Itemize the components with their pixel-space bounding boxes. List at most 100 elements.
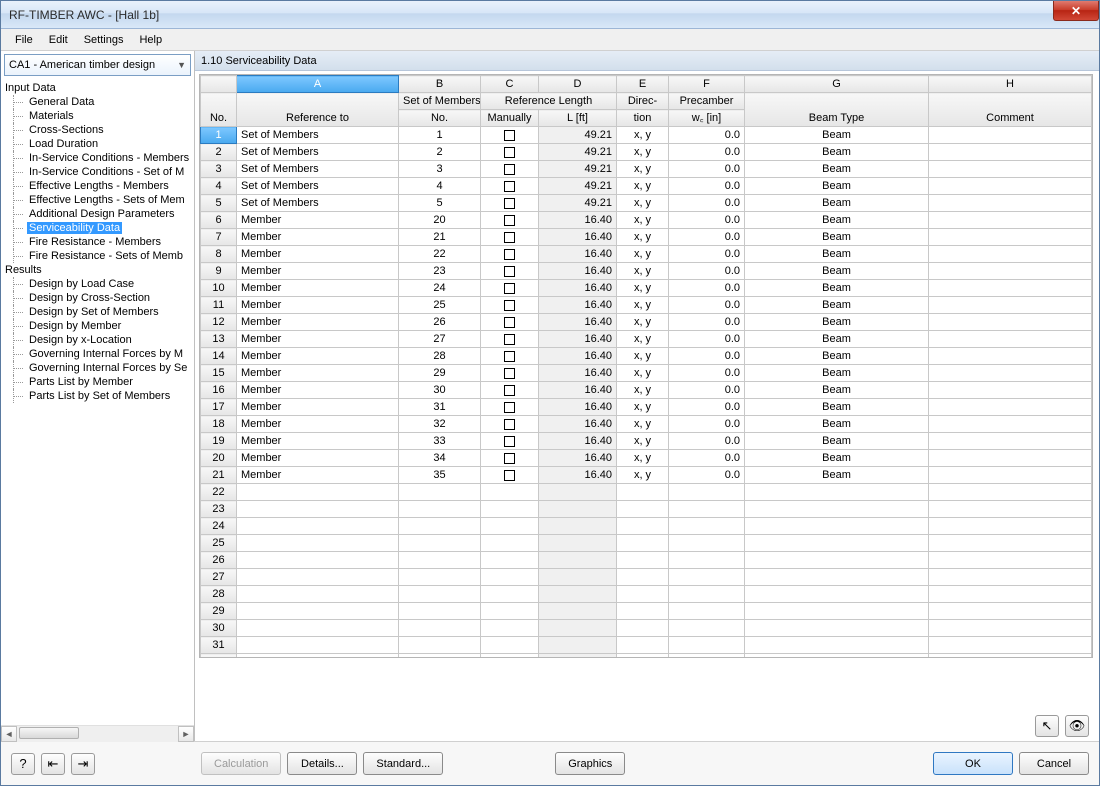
- cell-a[interactable]: Member: [237, 399, 399, 416]
- cell-g[interactable]: Beam: [745, 144, 929, 161]
- checkbox-icon[interactable]: [504, 266, 515, 277]
- checkbox-icon[interactable]: [504, 334, 515, 345]
- checkbox-icon[interactable]: [504, 249, 515, 260]
- cell-a[interactable]: Member: [237, 263, 399, 280]
- cell-f[interactable]: 0.0: [669, 263, 745, 280]
- cell-h[interactable]: [929, 552, 1092, 569]
- standard-button[interactable]: Standard...: [363, 752, 443, 775]
- cell-b[interactable]: 28: [399, 348, 481, 365]
- checkbox-icon[interactable]: [504, 164, 515, 175]
- cell-h[interactable]: [929, 450, 1092, 467]
- cell-g[interactable]: Beam: [745, 314, 929, 331]
- header-d[interactable]: L [ft]: [539, 110, 617, 127]
- cell-a[interactable]: Member: [237, 450, 399, 467]
- cell-h[interactable]: [929, 654, 1092, 659]
- cell-f[interactable]: [669, 518, 745, 535]
- cell-d[interactable]: [539, 620, 617, 637]
- cell-e[interactable]: x, y: [617, 127, 669, 144]
- cell-a[interactable]: Member: [237, 348, 399, 365]
- tree-item[interactable]: Design by x-Location: [5, 333, 194, 347]
- cell-d[interactable]: 16.40: [539, 229, 617, 246]
- cell-a[interactable]: [237, 501, 399, 518]
- cell-e[interactable]: x, y: [617, 365, 669, 382]
- table-row[interactable]: 3Set of Members349.21x, y0.0Beam: [201, 161, 1092, 178]
- cell-c[interactable]: [481, 535, 539, 552]
- cell-h[interactable]: [929, 178, 1092, 195]
- tree-item[interactable]: Cross-Sections: [5, 123, 194, 137]
- row-number[interactable]: 16: [201, 382, 237, 399]
- table-row[interactable]: 7Member2116.40x, y0.0Beam: [201, 229, 1092, 246]
- tree-item[interactable]: In-Service Conditions - Members: [5, 151, 194, 165]
- cell-f[interactable]: [669, 586, 745, 603]
- header-b[interactable]: No.: [399, 110, 481, 127]
- col-letter-h[interactable]: H: [929, 76, 1092, 93]
- cell-h[interactable]: [929, 348, 1092, 365]
- cell-b[interactable]: 29: [399, 365, 481, 382]
- cell-g[interactable]: Beam: [745, 433, 929, 450]
- tree-item[interactable]: Fire Resistance - Sets of Memb: [5, 249, 194, 263]
- tree-item[interactable]: Governing Internal Forces by M: [5, 347, 194, 361]
- cell-a[interactable]: [237, 569, 399, 586]
- cell-h[interactable]: [929, 195, 1092, 212]
- cell-f[interactable]: [669, 654, 745, 659]
- checkbox-icon[interactable]: [504, 215, 515, 226]
- table-row[interactable]: 19Member3316.40x, y0.0Beam: [201, 433, 1092, 450]
- cell-d[interactable]: [539, 637, 617, 654]
- cell-g[interactable]: Beam: [745, 229, 929, 246]
- cell-g[interactable]: [745, 603, 929, 620]
- row-number[interactable]: 21: [201, 467, 237, 484]
- table-row[interactable]: 22: [201, 484, 1092, 501]
- cell-d[interactable]: 16.40: [539, 399, 617, 416]
- cell-b[interactable]: 1: [399, 127, 481, 144]
- row-number[interactable]: 12: [201, 314, 237, 331]
- cell-a[interactable]: [237, 603, 399, 620]
- cell-b[interactable]: 33: [399, 433, 481, 450]
- tree-item[interactable]: Serviceability Data: [5, 221, 194, 235]
- cell-b[interactable]: [399, 501, 481, 518]
- row-number[interactable]: 7: [201, 229, 237, 246]
- tree-item[interactable]: Design by Load Case: [5, 277, 194, 291]
- row-number[interactable]: 8: [201, 246, 237, 263]
- cell-h[interactable]: [929, 501, 1092, 518]
- ok-button[interactable]: OK: [933, 752, 1013, 775]
- cell-e[interactable]: x, y: [617, 229, 669, 246]
- col-letter-a[interactable]: A: [237, 76, 399, 93]
- scroll-left-icon[interactable]: ◄: [1, 726, 17, 742]
- cell-c[interactable]: [481, 297, 539, 314]
- cell-b[interactable]: 31: [399, 399, 481, 416]
- header-c[interactable]: Manually: [481, 110, 539, 127]
- cell-a[interactable]: Set of Members: [237, 127, 399, 144]
- row-number[interactable]: 20: [201, 450, 237, 467]
- cell-g[interactable]: [745, 501, 929, 518]
- cell-e[interactable]: x, y: [617, 246, 669, 263]
- cell-d[interactable]: [539, 569, 617, 586]
- pick-member-button[interactable]: ↖: [1035, 715, 1059, 737]
- cell-f[interactable]: 0.0: [669, 416, 745, 433]
- cell-b[interactable]: [399, 586, 481, 603]
- cell-c[interactable]: [481, 433, 539, 450]
- cell-c[interactable]: [481, 144, 539, 161]
- checkbox-icon[interactable]: [504, 368, 515, 379]
- cell-a[interactable]: Member: [237, 280, 399, 297]
- cell-h[interactable]: [929, 365, 1092, 382]
- cell-g[interactable]: [745, 654, 929, 659]
- cell-c[interactable]: [481, 263, 539, 280]
- cell-c[interactable]: [481, 365, 539, 382]
- checkbox-icon[interactable]: [504, 436, 515, 447]
- tree-item[interactable]: Parts List by Member: [5, 375, 194, 389]
- cell-e[interactable]: x, y: [617, 314, 669, 331]
- cell-f[interactable]: [669, 637, 745, 654]
- cell-b[interactable]: [399, 603, 481, 620]
- cell-g[interactable]: Beam: [745, 246, 929, 263]
- cell-b[interactable]: 3: [399, 161, 481, 178]
- cell-e[interactable]: x, y: [617, 450, 669, 467]
- row-number[interactable]: 28: [201, 586, 237, 603]
- tree-item[interactable]: Effective Lengths - Members: [5, 179, 194, 193]
- cell-a[interactable]: Member: [237, 314, 399, 331]
- cell-h[interactable]: [929, 569, 1092, 586]
- cell-f[interactable]: 0.0: [669, 178, 745, 195]
- row-number[interactable]: 5: [201, 195, 237, 212]
- col-letter-d[interactable]: D: [539, 76, 617, 93]
- cell-b[interactable]: [399, 637, 481, 654]
- row-number[interactable]: 13: [201, 331, 237, 348]
